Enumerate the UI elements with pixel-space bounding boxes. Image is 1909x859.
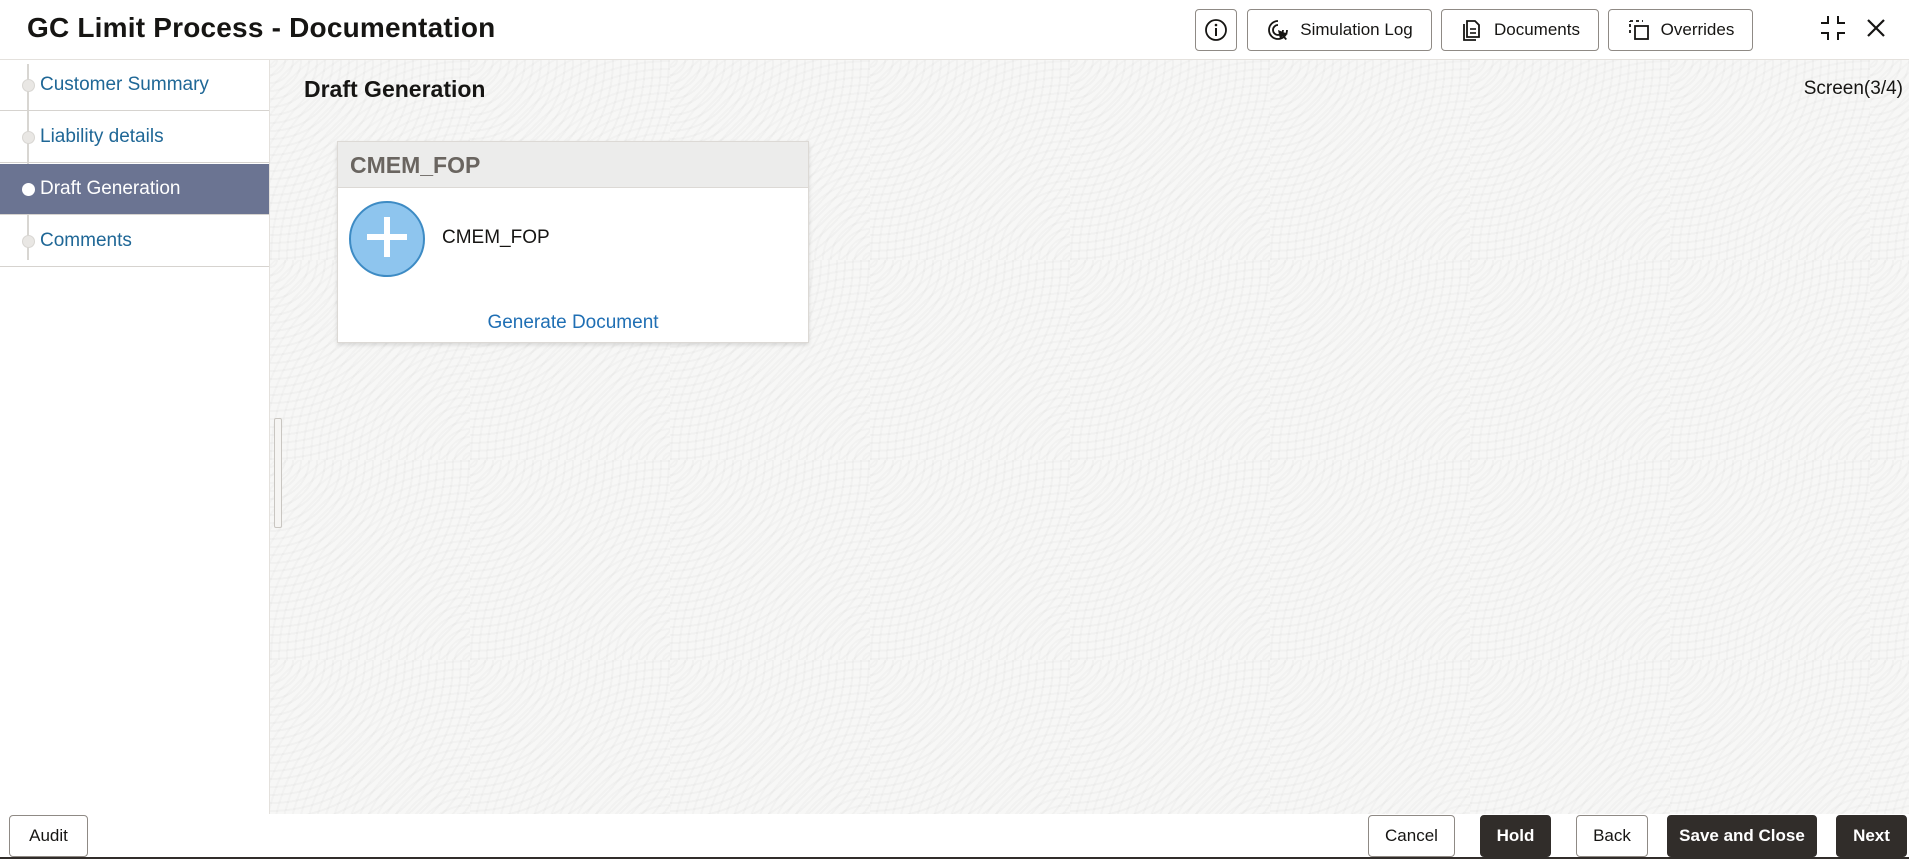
audit-button[interactable]: Audit (9, 815, 88, 857)
documents-button[interactable]: Documents (1441, 9, 1599, 51)
overrides-label: Overrides (1660, 20, 1735, 39)
sidebar-item-label: Liability details (40, 126, 164, 147)
document-card-header: CMEM_FOP (338, 142, 808, 188)
simulation-cursor-icon (1266, 18, 1290, 42)
overrides-icon (1627, 18, 1651, 42)
cancel-button[interactable]: Cancel (1368, 815, 1455, 857)
back-button[interactable]: Back (1576, 815, 1648, 857)
page-title: GC Limit Process - Documentation (27, 12, 496, 43)
step-indicator-dot (22, 79, 35, 92)
collapse-icon (1819, 14, 1847, 47)
app-header: GC Limit Process - Documentation Simulat… (0, 0, 1909, 60)
sidebar-item-label: Comments (40, 230, 132, 251)
save-and-close-button[interactable]: Save and Close (1667, 815, 1817, 857)
sidebar-item-liability-details[interactable]: Liability details (0, 112, 269, 163)
generate-document-link[interactable]: Generate Document (338, 312, 808, 334)
overrides-button[interactable]: Overrides (1608, 9, 1753, 51)
panel-splitter-handle[interactable] (274, 418, 282, 528)
sidebar-item-customer-summary[interactable]: Customer Summary (0, 60, 269, 111)
simulation-log-label: Simulation Log (1300, 20, 1413, 39)
next-button[interactable]: Next (1836, 815, 1907, 857)
documents-label: Documents (1494, 20, 1580, 39)
step-indicator-dot (22, 235, 35, 248)
collapse-button[interactable] (1815, 12, 1851, 48)
info-button[interactable] (1195, 9, 1237, 51)
sidebar-item-label: Customer Summary (40, 74, 209, 95)
add-document-button[interactable] (349, 201, 425, 277)
close-icon (1865, 17, 1887, 44)
plus-icon (364, 214, 410, 265)
hold-button[interactable]: Hold (1480, 815, 1551, 857)
sidebar-item-comments[interactable]: Comments (0, 216, 269, 267)
screen-indicator: Screen(3/4) (1803, 78, 1903, 99)
left-navigation: Customer Summary Liability details Draft… (0, 60, 270, 814)
close-button[interactable] (1858, 12, 1894, 48)
document-card: CMEM_FOP CMEM_FOP Generate Document (337, 141, 809, 343)
main-content: Draft Generation Screen(3/4) CMEM_FOP CM… (270, 60, 1909, 814)
sidebar-item-label: Draft Generation (40, 178, 181, 199)
step-indicator-dot (22, 183, 35, 196)
documents-icon (1460, 18, 1484, 42)
step-indicator-dot (22, 131, 35, 144)
section-title: Draft Generation (304, 76, 486, 102)
simulation-log-button[interactable]: Simulation Log (1247, 9, 1432, 51)
sidebar-item-draft-generation[interactable]: Draft Generation (0, 164, 269, 215)
document-name: CMEM_FOP (442, 227, 550, 248)
info-icon (1204, 18, 1228, 42)
